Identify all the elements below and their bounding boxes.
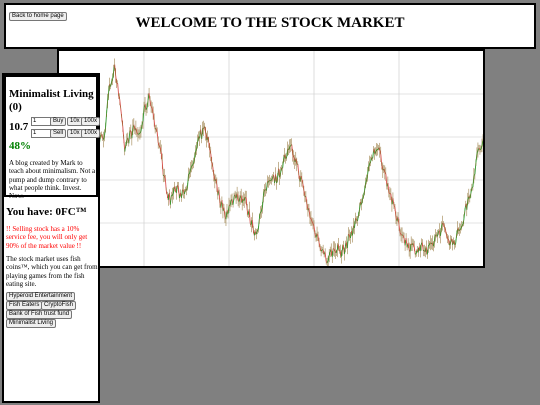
balance-text: You have: 0FC™ [6, 206, 87, 218]
fish-coins-info: The stock market uses fish coins™, which… [6, 255, 98, 288]
stock-button-fish-eaters[interactable]: Fish Eaters [6, 301, 43, 310]
price-chart [59, 51, 483, 266]
stock-button-minimalist-living[interactable]: Minimalist Living [6, 319, 57, 328]
service-fee-warning: !! Selling stock has a 10% service fee, … [6, 225, 88, 250]
price-chart-panel [57, 49, 485, 268]
stock-card: Minimalist Living (0) 10.7 Buy 10x 100x … [4, 75, 101, 201]
stock-change-percent: 48% [9, 140, 31, 152]
stock-button-bank-of-fish-trust-fund[interactable]: Bank of Fish trust fund [6, 310, 73, 319]
sidebar: Minimalist Living (0) 10.7 Buy 10x 100x … [2, 73, 101, 403]
buy-button[interactable]: Buy [50, 117, 66, 126]
stock-button-hyperoid-entertainment[interactable]: Hyperoid Entertainment [6, 292, 76, 301]
stock-price: 10.7 [9, 121, 29, 133]
buy-quantity-input[interactable] [31, 117, 51, 126]
stock-button-cryptofish[interactable]: CryptoFish [41, 301, 77, 310]
stock-title: Minimalist Living (0) [9, 88, 95, 114]
sell-button[interactable]: Sell [50, 129, 66, 138]
header-bar: Back to home page WELCOME TO THE STOCK M… [4, 3, 536, 49]
page-title: WELCOME TO THE STOCK MARKET [135, 15, 405, 31]
chart-grid [59, 51, 483, 266]
sell-quantity-input[interactable] [31, 129, 51, 138]
buy-100x-button[interactable]: 100x [81, 117, 101, 126]
chart-series [59, 58, 483, 266]
stock-description: A blog created by Mark to teach about mi… [9, 159, 96, 201]
sell-100x-button[interactable]: 100x [81, 129, 101, 138]
stock-owned-count: (0) [9, 101, 22, 113]
stock-name: Minimalist Living [9, 88, 94, 100]
